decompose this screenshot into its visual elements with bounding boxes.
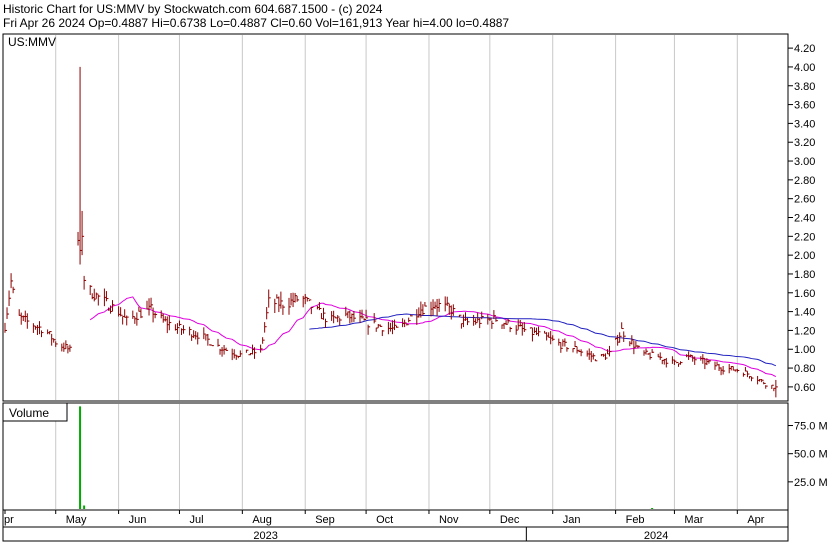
price-y-tick-label: 4.20	[794, 43, 815, 55]
price-y-tick-label: 1.40	[794, 307, 815, 319]
price-y-tick-label: 3.40	[794, 118, 815, 130]
price-y-tick-label: 2.00	[794, 250, 815, 262]
year-label: 2023	[253, 530, 277, 542]
volume-y-axis: 75.0 M 50.0 M 25.0 M	[788, 421, 828, 489]
month-label: Apr	[747, 514, 764, 526]
price-y-tick-label: 1.60	[794, 288, 815, 300]
price-y-tick-label: 3.80	[794, 81, 815, 93]
month-label: Jan	[563, 514, 581, 526]
price-y-tick-label: 2.40	[794, 213, 815, 225]
month-label: Oct	[376, 514, 393, 526]
month-label: Mar	[684, 514, 703, 526]
month-label: Jun	[129, 514, 147, 526]
volume-label: Volume	[9, 406, 49, 420]
price-y-tick-label: 2.60	[794, 194, 815, 206]
month-label: Aug	[252, 514, 272, 526]
price-y-tick-label: 1.20	[794, 325, 815, 337]
volume-y-tick-label: 25.0 M	[794, 477, 828, 489]
month-label: Jul	[189, 514, 203, 526]
price-y-tick-label: 2.20	[794, 231, 815, 243]
year-label: 2024	[644, 530, 668, 542]
price-y-tick-label: 2.80	[794, 175, 815, 187]
price-y-tick-label: 1.80	[794, 269, 815, 281]
stock-chart: Historic Chart for US:MMV by Stockwatch.…	[2, 2, 828, 542]
price-y-tick-label: 0.80	[794, 363, 815, 375]
month-label: pr	[4, 514, 14, 526]
month-label: May	[66, 514, 87, 526]
price-y-axis: 4.20 4.00 3.80 3.60 3.40 3.20 3.00 2.80 2.60 2.40…	[788, 43, 815, 394]
price-y-tick-label: 1.00	[794, 344, 815, 356]
month-label: Nov	[439, 514, 459, 526]
symbol-label: US:MMV	[8, 35, 56, 49]
price-y-tick-label: 4.00	[794, 62, 815, 74]
month-label: Feb	[626, 514, 645, 526]
volume-y-tick-label: 50.0 M	[794, 449, 828, 461]
volume-panel	[2, 402, 789, 511]
price-panel	[2, 33, 789, 402]
chart-header-title: Historic Chart for US:MMV by Stockwatch.…	[3, 2, 383, 16]
price-y-tick-label: 3.00	[794, 156, 815, 168]
chart-header-quote: Fri Apr 26 2024 Op=0.4887 Hi=0.6738 Lo=0…	[3, 16, 509, 30]
price-y-tick-label: 3.20	[794, 137, 815, 149]
month-label: Sep	[315, 514, 335, 526]
volume-y-tick-label: 75.0 M	[794, 421, 828, 433]
month-label: Dec	[500, 514, 520, 526]
price-y-tick-label: 0.60	[794, 382, 815, 394]
price-y-tick-label: 3.60	[794, 100, 815, 112]
x-axis-band	[2, 509, 789, 542]
